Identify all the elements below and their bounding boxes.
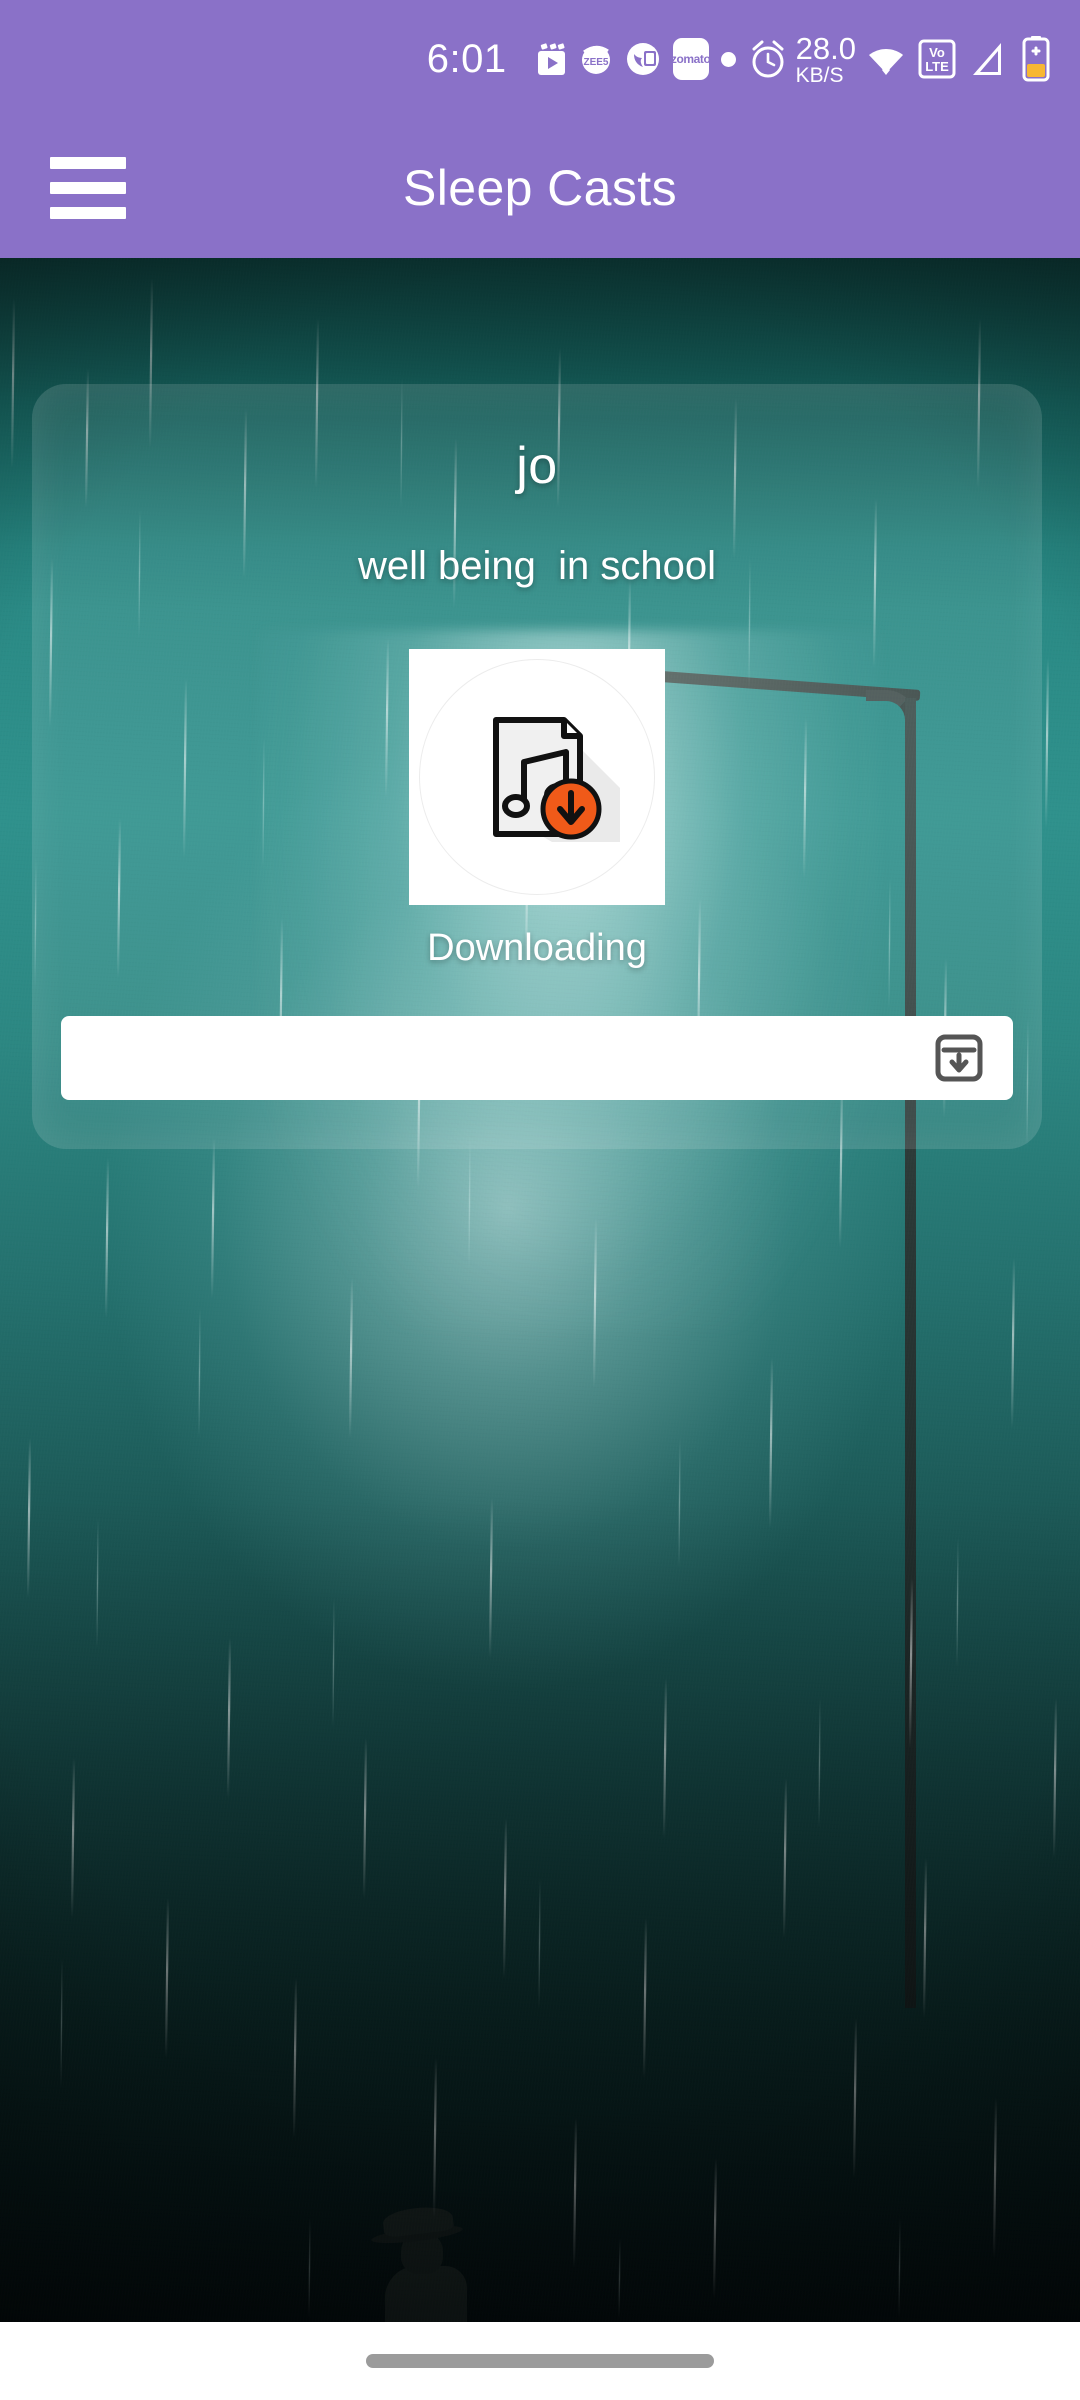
svg-text:Vo: Vo [929,45,945,60]
zomato-notification-label: zomato [671,38,711,80]
svg-text:ZEE5: ZEE5 [583,57,608,68]
alarm-clock-icon [748,38,788,80]
card-subtitle: well being in school [358,544,716,588]
battery-charging-icon [1020,36,1052,82]
more-notifications-dot-icon [720,51,736,67]
wifi-icon [866,39,906,79]
person-silhouette [365,2203,525,2322]
card-title: jo [516,437,558,495]
app-bar: Sleep Casts [0,118,1080,258]
data-rate-indicator: 28.0 KB/S [796,33,856,86]
download-action-bar[interactable] [61,1016,1013,1100]
media-player-notification-icon [537,42,567,76]
download-card: jo well being in school Downloading [32,384,1042,1149]
svg-text:LTE: LTE [925,59,949,74]
status-bar-clock: 6:01 [426,36,507,81]
zomato-notification-icon: zomato [671,38,711,80]
data-rate-value: 28.0 [795,30,856,66]
cellular-signal-icon [968,39,1006,79]
hamburger-menu-icon[interactable] [50,157,126,219]
system-navigation-bar [0,2322,1080,2400]
truecaller-notification-icon [625,41,661,77]
volte-icon: Vo LTE [918,38,956,80]
home-gesture-pill[interactable] [366,2354,714,2368]
status-bar: 6:01 ZEE5 zomato 28.0 KB/S Vo LTE [0,0,1080,118]
page-title: Sleep Casts [403,160,677,216]
music-file-download-icon [409,649,665,905]
download-status-label: Downloading [427,927,647,969]
data-rate-unit: KB/S [795,63,844,87]
zee5-notification-icon: ZEE5 [579,42,613,76]
phone-screen: 6:01 ZEE5 zomato 28.0 KB/S Vo LTE Sleep … [0,0,1080,2400]
archive-download-icon[interactable] [933,1032,985,1084]
